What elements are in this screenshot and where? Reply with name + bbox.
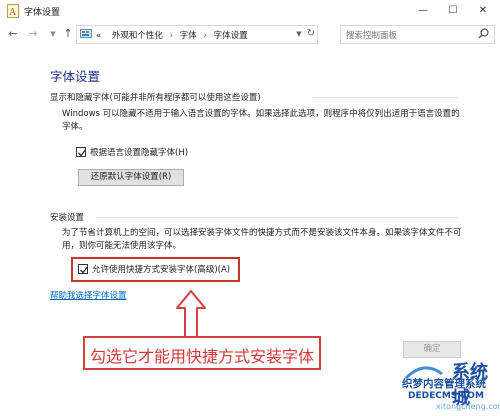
page-title: 字体设置 xyxy=(50,69,101,84)
install-description: 为了节省计算机上的空间，可以选择安装字体文件的快捷方式而不是安装该文件本身。如果… xyxy=(62,228,462,251)
shortcut-install-checkbox[interactable] xyxy=(78,264,89,274)
maximize-button[interactable]: ☐ xyxy=(438,0,468,22)
close-button[interactable]: ✕ xyxy=(468,0,498,22)
recent-locations-icon[interactable]: ▼ xyxy=(46,25,60,43)
hide-fonts-label[interactable]: 根据语言设置隐藏字体(H) xyxy=(90,146,188,158)
watermark-line1: 织梦内容管理系统 xyxy=(402,378,486,390)
svg-text:A: A xyxy=(9,7,17,18)
breadcrumb-item[interactable]: 字体设置 xyxy=(214,31,248,41)
ok-button[interactable]: 确定 xyxy=(403,341,461,358)
watermark-line3: xitongcheng.com xyxy=(436,402,500,411)
section-heading-hide: 显示和隐藏字体(可能并非所有程序都可以使用这些设置) xyxy=(50,93,261,103)
section-divider xyxy=(96,217,458,218)
address-dropdown-icon[interactable]: ▼ xyxy=(294,25,304,43)
font-app-icon: A xyxy=(7,4,19,18)
control-panel-icon xyxy=(80,28,92,39)
search-icon[interactable] xyxy=(478,28,489,39)
annotation-caption: 勾选它才能用快捷方式安装字体 xyxy=(89,347,314,366)
forward-arrow-icon[interactable]: → xyxy=(26,25,40,43)
restore-default-button[interactable]: 还原默认字体设置(R) xyxy=(78,169,184,186)
back-arrow-icon[interactable]: ← xyxy=(6,25,20,43)
breadcrumb-separator: › xyxy=(203,31,207,41)
annotation-arrow xyxy=(176,290,206,341)
breadcrumb-separator xyxy=(104,31,112,41)
hide-description: Windows 可以隐藏不适用于输入语言设置的字体。如果选择此选项，则程序中将仅… xyxy=(62,109,460,132)
shortcut-install-label[interactable]: 允许使用快捷方式安装字体(高级)(A) xyxy=(92,263,230,275)
restore-default-label: 还原默认字体设置(R) xyxy=(90,172,172,182)
section-heading-install: 安装设置 xyxy=(50,213,85,223)
hide-fonts-checkbox[interactable] xyxy=(76,147,87,157)
search-placeholder: 搜索控制面板 xyxy=(346,31,398,41)
breadcrumb-item[interactable]: 字体 xyxy=(180,31,197,41)
minimize-button[interactable]: — xyxy=(408,0,438,22)
watermark-line2: DEDECMS.COM xyxy=(408,391,484,401)
breadcrumb: « 外观和个性化 › 字体 › 字体设置 xyxy=(96,29,248,41)
help-link[interactable]: 帮助我选择字体设置 xyxy=(50,289,127,301)
section-divider xyxy=(312,97,458,98)
window-title: 字体设置 xyxy=(24,8,61,18)
breadcrumb-separator: › xyxy=(169,31,174,41)
breadcrumb-item[interactable]: 外观和个性化 xyxy=(112,31,163,41)
ok-button-label: 确定 xyxy=(423,344,441,354)
up-arrow-icon[interactable]: ↑ xyxy=(61,25,75,43)
breadcrumb-overflow[interactable]: « xyxy=(96,31,101,41)
refresh-icon[interactable]: ↻ xyxy=(304,25,318,43)
